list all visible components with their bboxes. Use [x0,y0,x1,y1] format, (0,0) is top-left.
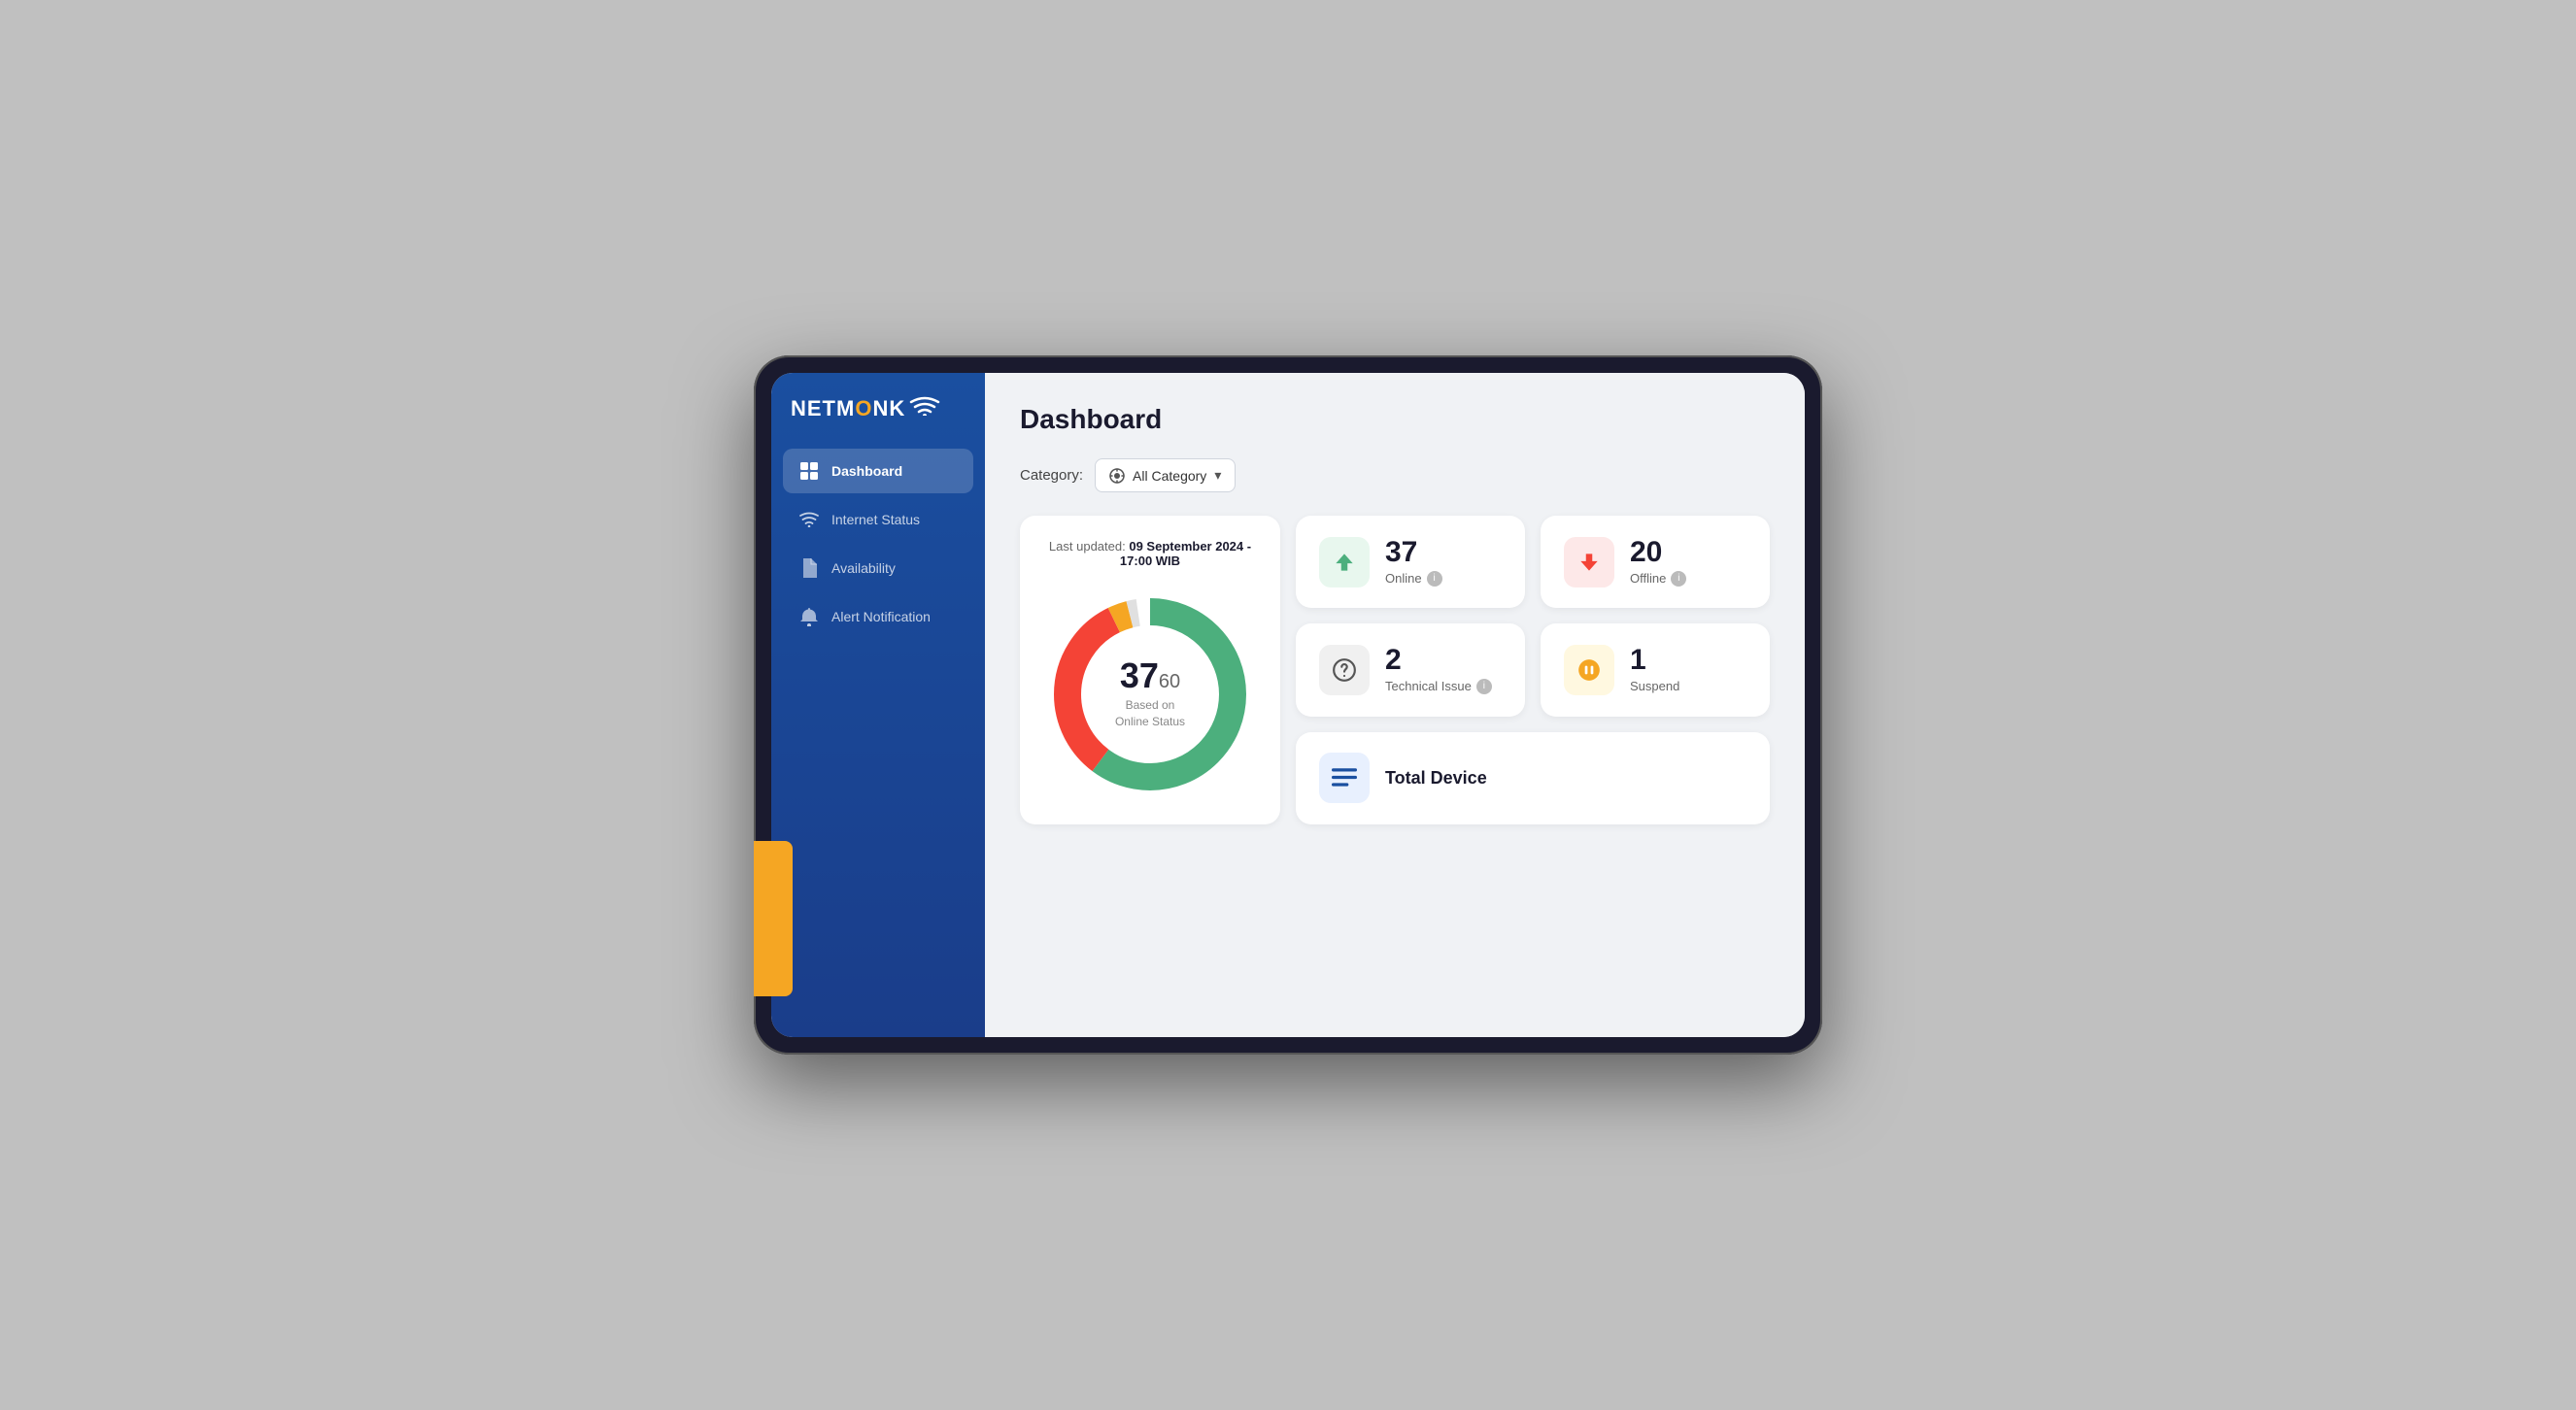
arrow-up-icon [1332,550,1357,575]
stat-card-offline: 20 Offline i [1541,516,1770,608]
main-content: Dashboard Category: All Category ▾ [985,373,1805,1037]
arrow-down-icon [1576,550,1602,575]
suspend-info: 1 Suspend [1630,646,1679,693]
dashboard-icon [798,460,820,482]
alert-icon [798,606,820,627]
stat-card-technical-issue: 2 Technical Issue i [1296,623,1525,716]
pause-icon [1576,657,1602,683]
technical-issue-info-icon[interactable]: i [1476,679,1492,694]
online-number: 37 [1385,538,1442,567]
donut-sub-label: Based on Online Status [1115,697,1185,730]
dropdown-arrow-icon: ▾ [1214,467,1221,484]
stat-card-total-device: Total Device [1296,732,1770,824]
sidebar-item-alert-notification-label: Alert Notification [831,609,931,624]
page-title: Dashboard [1020,404,1770,435]
category-value: All Category [1133,468,1206,484]
suspend-icon-box [1564,645,1614,695]
technical-issue-info: 2 Technical Issue i [1385,646,1492,694]
toolbar: Category: All Category ▾ [1020,458,1770,492]
donut-current-value: 3760 [1115,658,1185,693]
suspend-number: 1 [1630,646,1679,675]
category-icon [1109,468,1125,484]
offline-icon-box [1564,537,1614,588]
offline-info-icon[interactable]: i [1671,571,1686,587]
sidebar-item-dashboard-label: Dashboard [831,463,902,479]
nav-menu: Dashboard Internet Status [771,449,985,639]
technical-issue-label: Technical Issue i [1385,679,1492,694]
sidebar-item-internet-status-label: Internet Status [831,512,920,527]
logo-area: NETMONK [771,396,985,449]
last-updated-text: Last updated: 09 September 2024 - 17:00 … [1043,539,1257,568]
donut-chart-card: Last updated: 09 September 2024 - 17:00 … [1020,516,1280,824]
sidebar: NETMONK [771,373,985,1037]
logo-wifi-icon [909,396,940,421]
sidebar-item-internet-status[interactable]: Internet Status [783,497,973,542]
total-device-icon-box [1319,753,1370,803]
question-icon [1332,657,1357,683]
donut-chart: 3760 Based on Online Status [1043,588,1257,801]
app-logo: NETMONK [791,396,966,421]
category-dropdown[interactable]: All Category ▾ [1095,458,1236,492]
online-info: 37 Online i [1385,538,1442,587]
sidebar-item-availability[interactable]: Availability [783,546,973,590]
offline-label: Offline i [1630,571,1686,587]
technical-issue-number: 2 [1385,646,1492,675]
document-icon [798,557,820,579]
online-icon-box [1319,537,1370,588]
cards-grid: Last updated: 09 September 2024 - 17:00 … [1020,516,1770,824]
menu-icon [1332,768,1357,788]
stat-card-online: 37 Online i [1296,516,1525,608]
technical-issue-icon-box [1319,645,1370,695]
wifi-icon [798,509,820,530]
yellow-accent [754,841,793,996]
logo-name: NETMONK [791,396,905,421]
offline-number: 20 [1630,538,1686,567]
total-device-label: Total Device [1385,768,1487,789]
sidebar-item-availability-label: Availability [831,560,896,576]
sidebar-item-dashboard[interactable]: Dashboard [783,449,973,493]
donut-center: 3760 Based on Online Status [1115,658,1185,730]
online-info-icon[interactable]: i [1427,571,1442,587]
stat-card-suspend: 1 Suspend [1541,623,1770,716]
online-label: Online i [1385,571,1442,587]
offline-info: 20 Offline i [1630,538,1686,587]
suspend-label: Suspend [1630,679,1679,693]
sidebar-item-alert-notification[interactable]: Alert Notification [783,594,973,639]
category-label: Category: [1020,467,1083,484]
